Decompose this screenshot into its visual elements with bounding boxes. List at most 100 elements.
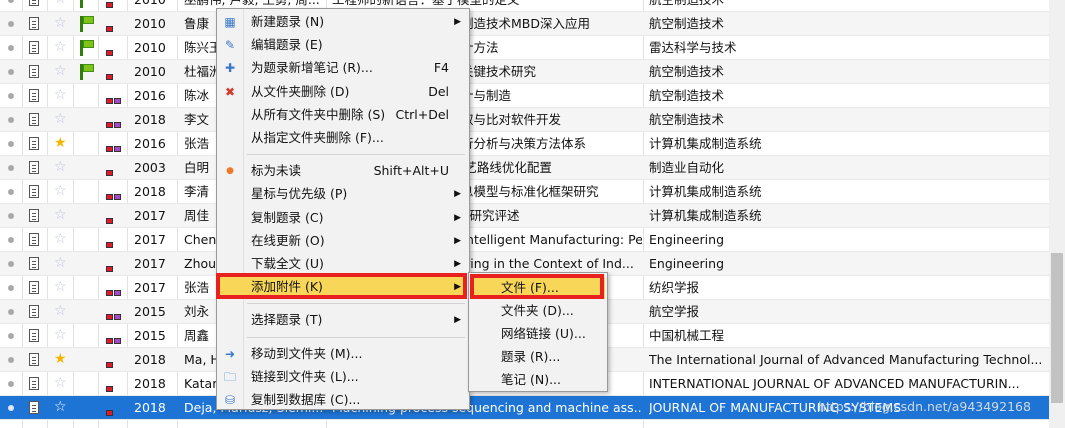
menu-item-label: 新建题录 (N) — [251, 14, 325, 29]
star-icon[interactable]: ☆ — [54, 38, 67, 56]
star-icon[interactable]: ☆ — [54, 206, 67, 224]
star-icon[interactable]: ☆ — [54, 0, 67, 8]
menu-item[interactable]: ✖ 从文件夹删除 (D) Del — [219, 81, 467, 103]
add-note-icon: ✚ — [224, 61, 236, 76]
color-tag-icons — [106, 404, 114, 416]
table-row[interactable]: ★2016张浩基于MBD的工艺设计可行分析与决策方法体系计算机集成制造系统 — [0, 132, 1049, 156]
scrollbar-thumb[interactable] — [1051, 253, 1063, 403]
read-status-dot-icon — [8, 213, 14, 219]
menu-item-shortcut: Del — [428, 83, 449, 99]
table-row[interactable]: ☆2016陈冰基于MBD的飞机协同设计与制造航空制造技术 — [0, 84, 1049, 108]
document-icon — [29, 233, 39, 246]
table-row[interactable]: ☆2010鲁康基于MBD的数字化设计制造技术MBD深入应用航空制造技术 — [0, 12, 1049, 36]
star-icon[interactable]: ☆ — [54, 230, 67, 248]
document-icon — [29, 329, 39, 342]
menu-item-label: 链接到文件夹 (L)... — [251, 368, 359, 384]
document-icon — [29, 401, 39, 414]
red-tag-icon — [106, 122, 113, 128]
purple-tag-icon — [114, 338, 121, 344]
star-icon[interactable]: ☆ — [54, 86, 67, 104]
menu-item-shortcut: Ctrl+Del — [395, 106, 449, 122]
submenu-item[interactable]: 笔记 (N)... — [471, 369, 605, 391]
document-icon — [29, 89, 39, 102]
purple-tag-icon — [114, 98, 121, 104]
color-tag-icons — [106, 284, 122, 296]
red-tag-icon — [106, 314, 113, 320]
year-cell: 2018 — [134, 376, 166, 391]
watermark: https://blog.csdn.net/a943492168 — [818, 399, 1031, 414]
star-icon[interactable]: ☆ — [54, 62, 67, 80]
color-tag-icons — [106, 20, 114, 32]
document-icon — [29, 0, 39, 6]
star-icon[interactable]: ☆ — [54, 254, 67, 272]
red-tag-icon — [106, 386, 113, 392]
purple-tag-icon — [114, 290, 121, 296]
menu-item-label: 在线更新 (O) — [251, 232, 325, 248]
menu-item[interactable]: ✎ 编辑题录 (E) — [219, 34, 467, 56]
color-tag-icons — [106, 0, 114, 8]
copy-database-icon: ⛁ — [224, 393, 236, 407]
star-icon[interactable]: ☆ — [54, 302, 67, 320]
year-cell: 2003 — [134, 160, 166, 175]
submenu-item-label: 题录 (R)... — [501, 349, 561, 364]
purple-tag-icon — [114, 314, 121, 320]
menu-item[interactable]: 从指定文件夹删除 (F)... — [219, 127, 467, 149]
menu-item-label: 编辑题录 (E) — [251, 37, 323, 53]
journal-cell: 雷达科学与技术 — [649, 40, 737, 55]
red-tag-icon — [106, 50, 113, 56]
star-icon[interactable]: ★ — [54, 134, 67, 152]
read-status-dot-icon — [8, 165, 14, 171]
menu-separator — [247, 336, 465, 338]
read-status-dot-icon — [8, 117, 14, 123]
star-icon[interactable]: ☆ — [54, 374, 67, 392]
journal-cell: 计算机集成制造系统 — [649, 184, 762, 199]
read-status-dot-icon — [8, 237, 14, 243]
submenu-item[interactable]: 文件夹 (D)... — [471, 300, 605, 322]
menu-item[interactable]: 从所有文件夹中删除 (S) Ctrl+Del — [219, 104, 467, 126]
journal-cell: 制造业自动化 — [649, 160, 725, 175]
table-row[interactable]: ☆2017周佳面向智能制造的工艺规划研究评述计算机集成制造系统 — [0, 204, 1049, 228]
submenu-arrow-icon: ▶ — [454, 17, 461, 27]
table-row[interactable]: ☆ 2017 Chen Process Planning for Intelligen… — [0, 228, 1049, 252]
read-status-dot-icon — [8, 285, 14, 291]
document-icon — [29, 257, 39, 270]
red-tag-icon — [106, 362, 113, 368]
menu-item[interactable]: 复制题录 (C) ▶ — [219, 207, 467, 229]
red-tag-icon — [106, 170, 113, 176]
table-row[interactable]: ☆2018李文基于MBD的工艺信息提取与比对软件开发航空制造技术 — [0, 108, 1049, 132]
star-icon[interactable]: ★ — [54, 350, 67, 368]
submenu-item[interactable]: 网络链接 (U)... — [471, 323, 605, 345]
table-row[interactable]: ☆2003白明基于遗传算法的CAPP工艺路线优化配置制造业自动化 — [0, 156, 1049, 180]
color-tag-icons — [106, 236, 114, 248]
star-icon[interactable]: ☆ — [54, 326, 67, 344]
unread-dot-icon: ● — [226, 166, 234, 177]
journal-cell: 航空制造技术 — [649, 16, 725, 31]
journal-cell: 计算机集成制造系统 — [649, 136, 762, 151]
menu-item[interactable]: 在线更新 (O) ▶ — [219, 230, 467, 252]
star-icon[interactable]: ☆ — [54, 398, 67, 416]
table-row[interactable]: ☆2010杜福洲基于MBD的数字化检验关键技术研究航空制造技术 — [0, 60, 1049, 84]
menu-item[interactable]: 下载全文 (U) ▶ — [219, 253, 467, 275]
submenu-item[interactable]: 题录 (R)... — [471, 346, 605, 368]
menu-item[interactable]: 选择题录 (T) ▶ — [219, 309, 467, 331]
menu-item[interactable]: ● 标为未读 Shift+Alt+U — [219, 160, 467, 182]
document-icon — [29, 353, 39, 366]
star-icon[interactable]: ☆ — [54, 158, 67, 176]
star-icon[interactable]: ☆ — [54, 110, 67, 128]
menu-item[interactable]: 🗀 链接到文件夹 (L)... — [219, 366, 467, 388]
star-icon[interactable]: ☆ — [54, 182, 67, 200]
year-cell: 2017 — [134, 256, 166, 271]
star-icon[interactable]: ☆ — [54, 278, 67, 296]
year-cell: 2017 — [134, 232, 166, 247]
table-row[interactable]: ☆2010巫鹏伟, 卢毅, 王勇, 周...工程师的新语言：基于模型的定义航空制… — [0, 0, 1049, 12]
menu-item[interactable]: ⛁ 复制到数据库 (C)... — [219, 389, 467, 411]
table-row[interactable]: ☆2010陈兴玉基于MBD的飞机装配设计方法雷达科学与技术 — [0, 36, 1049, 60]
year-cell: 2010 — [134, 40, 166, 55]
menu-item[interactable]: ▦ 新建题录 (N) ▶ — [219, 11, 467, 33]
menu-item[interactable]: ✚ 为题录新增笔记 (R)... F4 — [219, 57, 467, 79]
table-row[interactable]: ☆2018李清基于MBD的智能制造信息模型与标准化框架研究计算机集成制造系统 — [0, 180, 1049, 204]
submenu-arrow-icon: ▶ — [454, 235, 461, 246]
menu-item[interactable]: ➜ 移动到文件夹 (M)... — [219, 343, 467, 365]
star-icon[interactable]: ☆ — [54, 14, 67, 32]
menu-item[interactable]: 星标与优先级 (P) ▶ — [219, 183, 467, 205]
